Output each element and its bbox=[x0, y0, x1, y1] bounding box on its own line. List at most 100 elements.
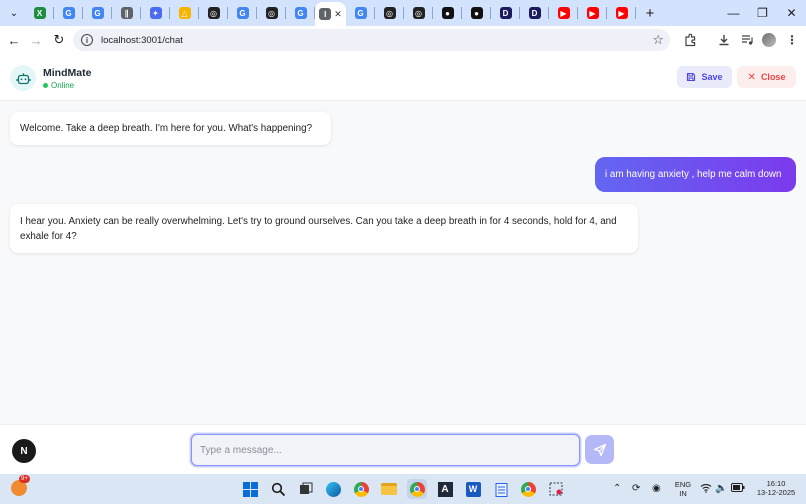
language-indicator[interactable]: ENG IN bbox=[670, 480, 696, 498]
tab-close-icon[interactable]: ✕ bbox=[334, 9, 342, 20]
browser-tab[interactable]: △ bbox=[170, 2, 199, 24]
forward-icon[interactable]: → bbox=[25, 29, 47, 51]
minimize-icon[interactable]: — bbox=[719, 0, 748, 26]
user-message: i am having anxiety , help me calm down bbox=[595, 157, 796, 192]
chrome-secondary-icon[interactable] bbox=[518, 479, 538, 499]
bot-avatar-icon bbox=[10, 65, 36, 91]
browser-toolbar: ← → ↻ i localhost:3001/chat ☆ ⋮ bbox=[0, 26, 806, 54]
browser-tab[interactable]: ▶ bbox=[578, 2, 607, 24]
site-info-icon[interactable]: i bbox=[81, 34, 93, 46]
save-icon bbox=[687, 72, 696, 82]
show-hidden-icons-chevron-icon[interactable]: ⌃ bbox=[613, 483, 621, 494]
browser-tab[interactable]: ◎ bbox=[257, 2, 286, 24]
sheets-icon: X bbox=[33, 7, 46, 19]
browser-tab[interactable]: G bbox=[286, 2, 315, 24]
browser-tab[interactable]: G bbox=[346, 2, 375, 24]
window-close-icon[interactable]: ✕ bbox=[777, 0, 806, 26]
browser-tab[interactable]: G bbox=[83, 2, 112, 24]
d-icon: D bbox=[499, 7, 512, 19]
back-icon[interactable]: ← bbox=[3, 29, 25, 51]
tab-separator bbox=[635, 7, 636, 19]
browser-tab[interactable]: X bbox=[25, 2, 54, 24]
status-badge: Online bbox=[43, 81, 74, 90]
media-control-icon[interactable] bbox=[738, 31, 756, 49]
save-label: Save bbox=[701, 72, 723, 82]
task-view-icon[interactable] bbox=[296, 479, 316, 499]
github-icon: ● bbox=[470, 7, 483, 19]
lang-bottom: IN bbox=[679, 489, 687, 498]
github-icon: ● bbox=[441, 7, 454, 19]
chat-messages-area[interactable]: Welcome. Take a deep breath. I'm here fo… bbox=[0, 101, 806, 424]
windows-start-icon[interactable] bbox=[240, 479, 260, 499]
profile-avatar[interactable] bbox=[760, 31, 778, 49]
bot-message: Welcome. Take a deep breath. I'm here fo… bbox=[10, 112, 331, 145]
url-text: localhost:3001/chat bbox=[101, 34, 183, 46]
user-avatar[interactable]: N bbox=[12, 439, 36, 463]
browser-tab-strip: ⌄ X G G ∥ ✦ △ ◎ G ◎ G I ✕ G ◎ ◎ ● ● D D ▶ ▶ ▶ + bbox=[0, 0, 806, 26]
edge-icon[interactable] bbox=[323, 479, 343, 499]
browser-tab[interactable]: ∥ bbox=[112, 2, 141, 24]
browser-tab[interactable]: ▶ bbox=[607, 2, 636, 24]
drive-icon: △ bbox=[178, 7, 191, 19]
download-icon[interactable] bbox=[715, 31, 733, 49]
chevron-down-icon[interactable]: ⌄ bbox=[3, 2, 25, 24]
google-icon: G bbox=[62, 7, 75, 19]
battery-icon[interactable] bbox=[731, 483, 745, 495]
chrome-icon[interactable] bbox=[351, 479, 371, 499]
chrome-profile-icon[interactable] bbox=[407, 479, 427, 499]
browser-tab[interactable]: D bbox=[491, 2, 520, 24]
search-icon[interactable] bbox=[268, 479, 288, 499]
volume-icon[interactable]: 🔈 bbox=[715, 483, 727, 494]
extensions-icon[interactable] bbox=[681, 31, 699, 49]
composer-bar: N bbox=[0, 424, 806, 474]
app-a-icon[interactable]: A bbox=[435, 479, 455, 499]
browser-tab[interactable]: ✦ bbox=[141, 2, 170, 24]
chatgpt-icon: ◎ bbox=[412, 7, 425, 19]
notification-count-badge: 9+ bbox=[19, 475, 30, 483]
wifi-icon[interactable] bbox=[700, 483, 712, 496]
message-input[interactable] bbox=[191, 434, 580, 466]
windows-taskbar: 9+ A W ⌃ ⟳ ◉ ENG IN 🔈 16:10 13-12-2025 bbox=[0, 474, 806, 504]
close-label: Close bbox=[760, 72, 786, 82]
new-tab-icon[interactable]: + bbox=[640, 3, 660, 23]
clock-date: 13-12-2025 bbox=[756, 488, 796, 497]
browser-tab[interactable]: ◎ bbox=[199, 2, 228, 24]
gemini-icon: ✦ bbox=[149, 7, 162, 19]
browser-tab[interactable]: ● bbox=[462, 2, 491, 24]
chatgpt-icon: ◎ bbox=[265, 7, 278, 19]
word-icon[interactable]: W bbox=[463, 479, 483, 499]
address-bar[interactable]: i localhost:3001/chat ☆ bbox=[73, 29, 670, 51]
snipping-tool-icon[interactable] bbox=[546, 479, 566, 499]
clock[interactable]: 16:10 13-12-2025 bbox=[750, 479, 802, 497]
browser-tab[interactable]: ▶ bbox=[549, 2, 578, 24]
maximize-icon[interactable]: ❐ bbox=[748, 0, 777, 26]
save-button[interactable]: Save bbox=[677, 66, 732, 88]
google-icon: G bbox=[236, 7, 249, 19]
reload-icon[interactable]: ↻ bbox=[48, 29, 70, 51]
bot-message: I hear you. Anxiety can be really overwh… bbox=[10, 204, 638, 253]
browser-tab[interactable]: G bbox=[228, 2, 257, 24]
browser-tab[interactable]: D bbox=[520, 2, 549, 24]
google-icon: G bbox=[294, 7, 307, 19]
browser-tab[interactable]: ● bbox=[433, 2, 462, 24]
notepad-icon[interactable] bbox=[491, 479, 511, 499]
browser-tab[interactable]: ◎ bbox=[375, 2, 404, 24]
bookmark-star-icon[interactable]: ☆ bbox=[652, 32, 664, 48]
security-icon[interactable]: ◉ bbox=[652, 483, 661, 494]
message-text: Welcome. Take a deep breath. I'm here fo… bbox=[20, 123, 313, 134]
chatgpt-icon: ◎ bbox=[383, 7, 396, 19]
google-icon: G bbox=[91, 7, 104, 19]
browser-tab[interactable]: I ✕ bbox=[315, 2, 346, 26]
sync-icon[interactable]: ⟳ bbox=[632, 483, 640, 494]
weather-widget-icon[interactable]: 9+ bbox=[9, 475, 30, 498]
file-explorer-icon[interactable] bbox=[379, 479, 399, 499]
close-button[interactable]: ✕ Close bbox=[737, 66, 796, 88]
youtube-icon: ▶ bbox=[586, 7, 599, 19]
d-icon: D bbox=[528, 7, 541, 19]
youtube-icon: ▶ bbox=[557, 7, 570, 19]
browser-tab[interactable]: ◎ bbox=[404, 2, 433, 24]
browser-tab[interactable]: G bbox=[54, 2, 83, 24]
clock-time: 16:10 bbox=[766, 479, 786, 488]
send-button[interactable] bbox=[585, 435, 614, 464]
kebab-menu-icon[interactable]: ⋮ bbox=[783, 31, 801, 49]
